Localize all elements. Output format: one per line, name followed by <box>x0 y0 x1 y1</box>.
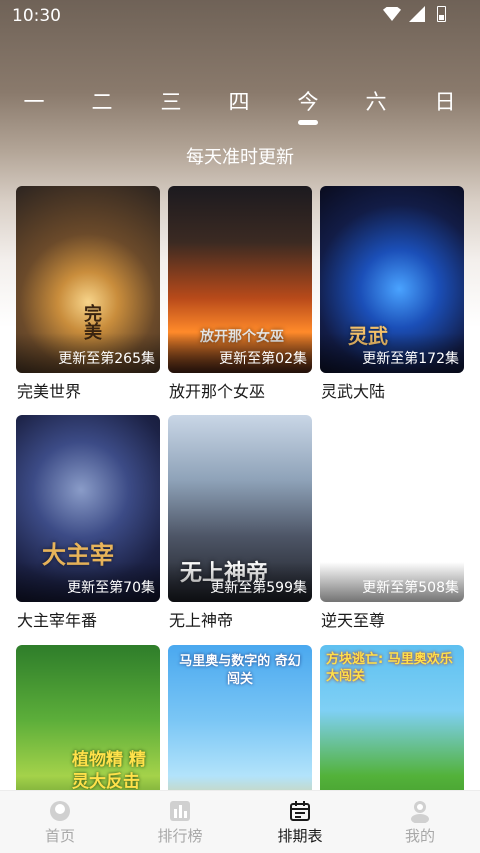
show-title[interactable]: 完美世界 <box>17 378 81 402</box>
episode-badge: 更新至第265集 <box>58 351 155 367</box>
thumbnail-art-text: 马里奥与数字的 奇幻闯关 <box>179 654 301 687</box>
nav-label: 排行榜 <box>157 827 203 845</box>
status-bar: 10:30 <box>0 0 480 34</box>
profile-icon <box>411 801 429 823</box>
tab-sunday[interactable]: 日 <box>425 86 465 116</box>
nav-label: 我的 <box>404 827 435 845</box>
show-title[interactable]: 逆天至尊 <box>321 607 385 631</box>
weekday-tabs: 一 二 三 四 今 六 日 <box>0 86 480 116</box>
status-time: 10:30 <box>12 6 61 26</box>
signal-icon <box>409 6 425 22</box>
show-thumbnail[interactable]: 放开那个女巫 更新至第02集 <box>168 186 312 373</box>
nav-label: 排期表 <box>277 827 323 845</box>
wifi-icon <box>383 7 401 21</box>
show-thumbnail[interactable]: 完美 更新至第265集 <box>16 186 160 373</box>
show-thumbnail[interactable]: 灵武 更新至第172集 <box>320 186 464 373</box>
home-icon <box>50 801 70 821</box>
thumbnail-art-text: 方块逃亡: 马里奥欢乐大闯关 <box>326 652 453 684</box>
tab-today[interactable]: 今 <box>288 86 328 116</box>
episode-badge: 更新至第172集 <box>362 351 459 367</box>
tab-saturday[interactable]: 六 <box>356 86 396 116</box>
bottom-nav: 首页 排行榜 排期表 我的 <box>0 790 480 853</box>
nav-home[interactable]: 首页 <box>0 791 120 853</box>
episode-badge: 更新至第70集 <box>67 580 155 596</box>
episode-badge: 更新至第508集 <box>362 580 459 596</box>
battery-icon <box>437 6 446 22</box>
show-thumbnail[interactable]: 更新至第508集 <box>320 415 464 602</box>
status-icons <box>383 6 446 22</box>
show-title[interactable]: 放开那个女巫 <box>169 378 265 402</box>
show-title[interactable]: 灵武大陆 <box>321 378 385 402</box>
nav-label: 首页 <box>44 827 75 845</box>
show-thumbnail[interactable]: 无上神帝 更新至第599集 <box>168 415 312 602</box>
episode-badge: 更新至第599集 <box>210 580 307 596</box>
show-thumbnail[interactable]: 大主宰 更新至第70集 <box>16 415 160 602</box>
calendar-icon <box>290 801 310 821</box>
ranking-icon <box>170 801 190 821</box>
nav-ranking[interactable]: 排行榜 <box>120 791 240 853</box>
tab-monday[interactable]: 一 <box>14 86 54 116</box>
nav-profile[interactable]: 我的 <box>360 791 480 853</box>
tab-wednesday[interactable]: 三 <box>151 86 191 116</box>
nav-schedule[interactable]: 排期表 <box>240 791 360 853</box>
tab-tuesday[interactable]: 二 <box>82 86 122 116</box>
show-title[interactable]: 大主宰年番 <box>17 607 97 631</box>
episode-badge: 更新至第02集 <box>219 351 307 367</box>
thumbnail-art-text: 植物精 精灵大反击 <box>72 750 146 792</box>
schedule-subtitle: 每天准时更新 <box>186 147 294 168</box>
selected-day-indicator <box>298 120 318 125</box>
show-title[interactable]: 无上神帝 <box>169 607 233 631</box>
tab-thursday[interactable]: 四 <box>219 86 259 116</box>
